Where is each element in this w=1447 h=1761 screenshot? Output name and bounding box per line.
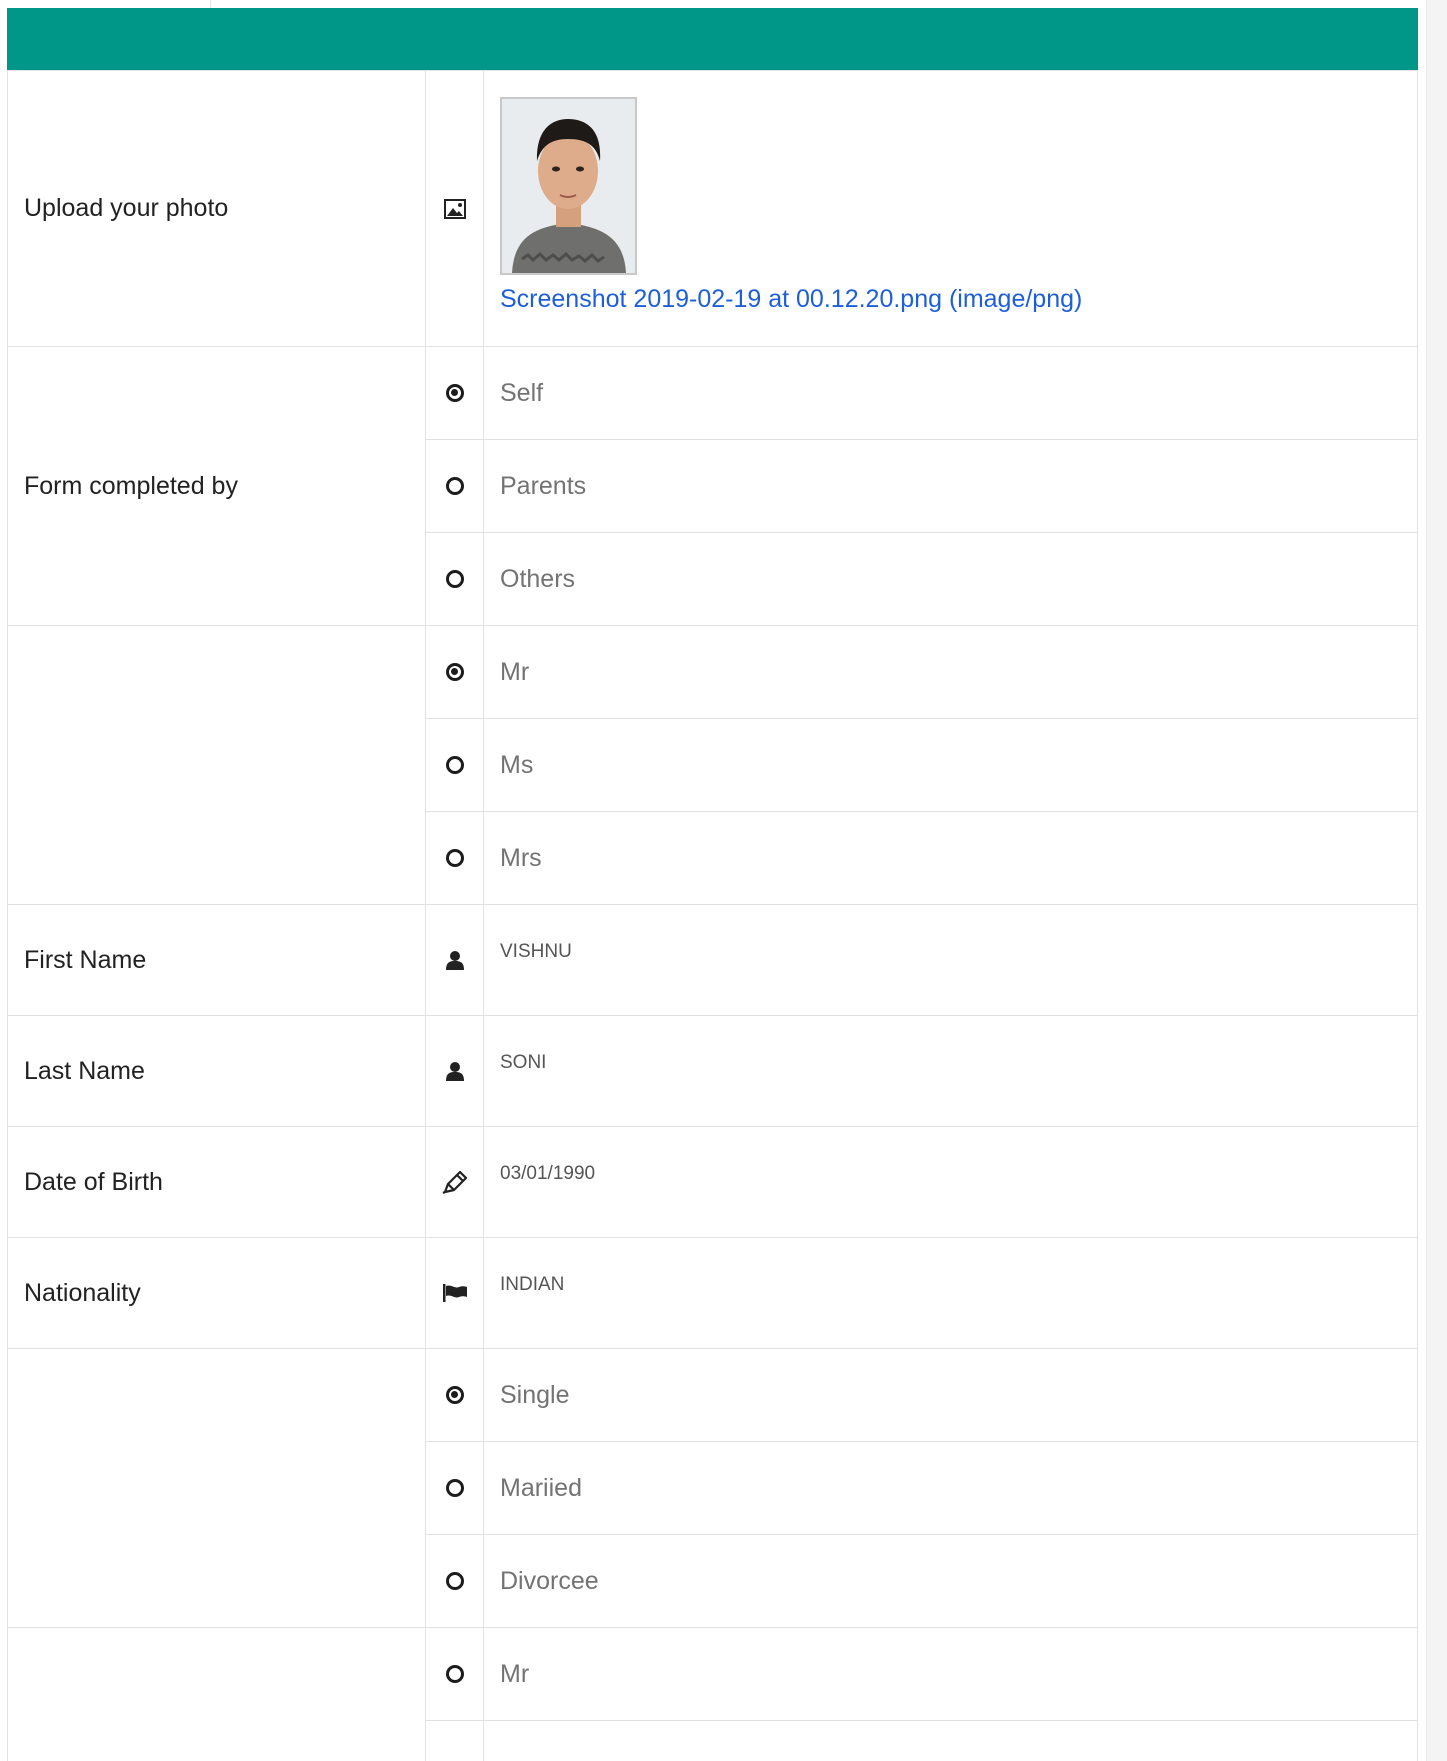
marital-status-label (7, 1348, 426, 1628)
radio-ms[interactable] (445, 755, 464, 774)
radio-second-mr[interactable] (445, 1664, 464, 1683)
radio-mrs[interactable] (445, 848, 464, 867)
radio-row: Form completed by Self (7, 346, 1418, 626)
radio-single[interactable] (445, 1385, 464, 1404)
nationality-label: Nationality (7, 1237, 426, 1349)
option-label[interactable]: Single (483, 1348, 1418, 1442)
first-name-input[interactable]: VISHNU (483, 904, 1418, 1016)
option-label[interactable]: Parents (483, 439, 1418, 533)
nationality-row: Nationality INDIAN (7, 1237, 1418, 1349)
radio-row: Single (7, 1348, 1418, 1628)
option-label[interactable]: Mariied (483, 1441, 1418, 1535)
photo-field: Screenshot 2019-02-19 at 00.12.20.png (i… (483, 70, 1418, 347)
photo-file-link[interactable]: Screenshot 2019-02-19 at 00.12.20.png (i… (500, 285, 1417, 314)
dob-label: Date of Birth (7, 1126, 426, 1238)
dob-row: Date of Birth 03/01/1990 (7, 1126, 1418, 1238)
option-label[interactable]: Mr (483, 625, 1418, 719)
completed-by-label: Form completed by (7, 346, 426, 626)
pencil-icon (426, 1170, 483, 1194)
option-label[interactable]: Self (483, 346, 1418, 440)
photo-label: Upload your photo (7, 70, 426, 347)
option-label[interactable]: Ms (483, 718, 1418, 812)
first-name-row: First Name VISHNU (7, 904, 1418, 1016)
uploaded-photo[interactable] (500, 97, 637, 275)
radio-divorcee[interactable] (445, 1571, 464, 1590)
last-name-input[interactable]: SONI (483, 1015, 1418, 1127)
option-label[interactable]: Mrs (483, 811, 1418, 905)
title-label (7, 625, 426, 905)
radio-mr[interactable] (445, 662, 464, 681)
form-table: Upload your photo Screenshot 2019-02-19 … (7, 70, 1418, 1761)
scrollbar-track[interactable] (1426, 0, 1447, 1761)
top-divider (210, 0, 211, 8)
radio-row: Mr (7, 625, 1418, 905)
second-title-label (7, 1627, 426, 1761)
user-icon (426, 1061, 483, 1081)
flag-icon (426, 1284, 483, 1302)
user-icon (426, 950, 483, 970)
nationality-input[interactable]: INDIAN (483, 1237, 1418, 1349)
radio-parents[interactable] (445, 476, 464, 495)
first-name-label: First Name (7, 904, 426, 1016)
dob-input[interactable]: 03/01/1990 (483, 1126, 1418, 1238)
radio-married[interactable] (445, 1478, 464, 1497)
option-label[interactable]: Others (483, 532, 1418, 626)
photo-row: Upload your photo Screenshot 2019-02-19 … (7, 70, 1418, 347)
option-label[interactable]: Divorcee (483, 1534, 1418, 1628)
radio-self[interactable] (445, 383, 464, 402)
form-header-bar (7, 8, 1418, 70)
image-icon (426, 198, 483, 219)
radio-others[interactable] (445, 569, 464, 588)
form-page: Upload your photo Screenshot 2019-02-19 … (0, 0, 1447, 1761)
last-name-label: Last Name (7, 1015, 426, 1127)
last-name-row: Last Name SONI (7, 1015, 1418, 1127)
radio-row: Mr (7, 1627, 1418, 1761)
option-label[interactable]: Mr (483, 1627, 1418, 1721)
